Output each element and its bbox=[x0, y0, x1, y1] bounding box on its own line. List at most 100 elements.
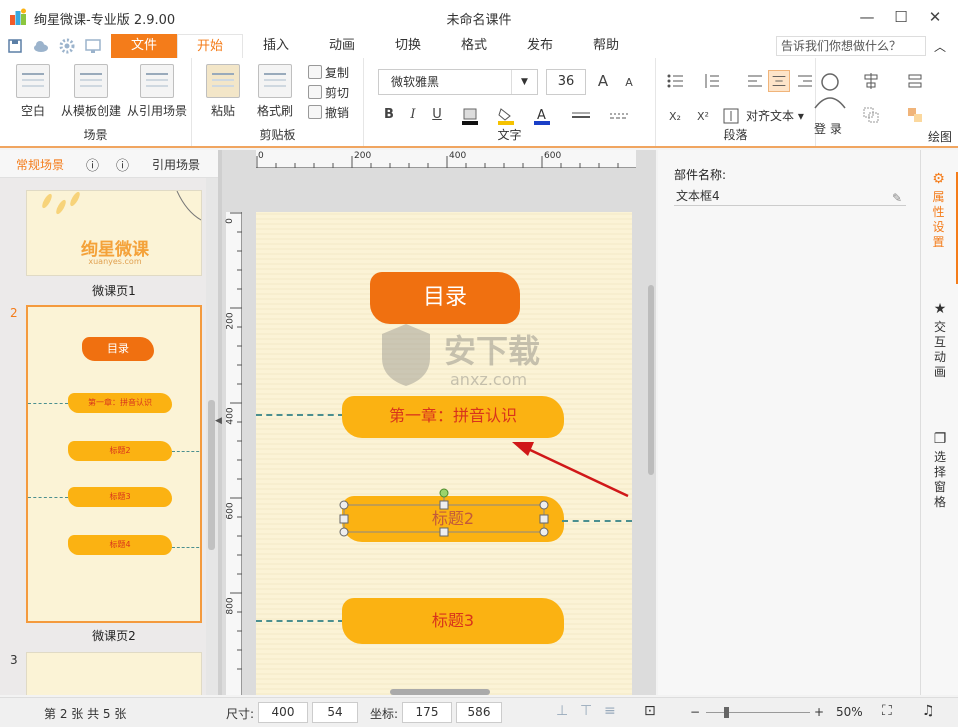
font-size-input[interactable]: 36 bbox=[546, 69, 586, 95]
height-field[interactable]: 54 bbox=[312, 702, 358, 723]
fit-screen-icon[interactable]: ⛶ bbox=[882, 703, 892, 719]
tab-help[interactable]: 帮助 bbox=[573, 34, 639, 58]
slide-thumbnail-2[interactable]: 目录 第一章：拼音认识 标题2 标题3 标题4 bbox=[26, 305, 202, 623]
y-field[interactable]: 586 bbox=[456, 702, 502, 723]
tab-properties[interactable]: ⚙ 属性设置 bbox=[921, 172, 958, 284]
align-top-icon[interactable]: ⊤ bbox=[580, 703, 592, 719]
slide-thumbnail-3[interactable] bbox=[26, 652, 202, 695]
help-search-input[interactable]: 告诉我们你想做什么？ bbox=[776, 36, 926, 56]
heading-3-textbox[interactable]: 标题3 bbox=[342, 598, 564, 644]
component-name-field[interactable]: 文本框4 ✎ bbox=[674, 186, 906, 206]
line-spacing-icon[interactable] bbox=[702, 72, 720, 90]
highlight-color-icon[interactable] bbox=[460, 106, 480, 126]
text-group-label: 文字 bbox=[497, 128, 522, 142]
close-button[interactable]: ✕ bbox=[918, 0, 952, 34]
distribute-icon[interactable] bbox=[906, 72, 924, 90]
width-field[interactable]: 400 bbox=[258, 702, 308, 723]
bullet-list-icon[interactable] bbox=[666, 72, 684, 90]
tab-file[interactable]: 文件 bbox=[111, 34, 177, 58]
line-style-icon[interactable] bbox=[570, 106, 594, 126]
tab-publish[interactable]: 发布 bbox=[507, 34, 573, 58]
fill-color-icon[interactable] bbox=[496, 106, 516, 126]
tab-format[interactable]: 格式 bbox=[441, 34, 507, 58]
undo-button[interactable]: 撤销 bbox=[308, 104, 349, 122]
cloud-icon[interactable] bbox=[32, 37, 50, 55]
document-title: 未命名课件 bbox=[446, 13, 512, 28]
settings-icon[interactable] bbox=[58, 37, 76, 55]
tab-normal-scene[interactable]: 常规场景 bbox=[16, 156, 64, 173]
superscript-button[interactable]: X² bbox=[694, 108, 712, 126]
maximize-button[interactable]: ☐ bbox=[884, 0, 918, 34]
presentation-icon[interactable]: ⊡ bbox=[644, 703, 656, 719]
collapse-panel-icon[interactable]: ◀ bbox=[215, 416, 222, 426]
zoom-slider-track[interactable] bbox=[706, 712, 810, 713]
bold-button[interactable]: B bbox=[380, 106, 398, 124]
tab-interaction-animation[interactable]: ★ 交互动画 bbox=[921, 302, 958, 380]
size-label: 尺寸: bbox=[226, 707, 255, 721]
collapse-ribbon-icon[interactable]: ︿ bbox=[934, 38, 946, 55]
x-field[interactable]: 175 bbox=[402, 702, 452, 723]
paste-button[interactable]: 粘贴 bbox=[202, 64, 244, 119]
scene-panel: 常规场景 ⓘ ⓘ 引用场景 绚星微课 xuanyes.com 微课页1 2 目录… bbox=[0, 150, 218, 695]
grow-font-button[interactable]: A bbox=[594, 72, 612, 90]
template-icon bbox=[74, 64, 108, 98]
clipboard-group-label: 剪贴板 bbox=[259, 128, 296, 142]
align-objects-icon[interactable] bbox=[862, 72, 880, 90]
zoom-slider-thumb[interactable] bbox=[724, 707, 729, 718]
scene-panel-scrollbar[interactable] bbox=[206, 178, 218, 695]
shrink-font-button[interactable]: A bbox=[620, 74, 638, 92]
canvas-vertical-scrollbar[interactable] bbox=[646, 150, 656, 695]
watermark-shield-icon bbox=[382, 324, 430, 386]
italic-button[interactable]: I bbox=[404, 106, 422, 124]
align-left-icon[interactable] bbox=[746, 72, 764, 90]
group-icon[interactable] bbox=[862, 106, 880, 124]
font-family-select[interactable]: 微软雅黑 ▼ bbox=[378, 69, 538, 95]
save-icon[interactable] bbox=[6, 37, 24, 55]
move-up-icon[interactable]: ⓘ bbox=[86, 155, 99, 174]
align-text-button[interactable]: 对齐文本 ▾ bbox=[746, 107, 804, 125]
ref-scene-button[interactable]: 从引用场景 bbox=[124, 64, 190, 119]
tab-transition[interactable]: 切换 bbox=[375, 34, 441, 58]
template-scene-button[interactable]: 从模板创建 bbox=[58, 64, 124, 119]
format-painter-button[interactable]: 格式刷 bbox=[250, 64, 300, 119]
edit-pencil-icon[interactable]: ✎ bbox=[892, 188, 902, 208]
zoom-out-icon[interactable]: − bbox=[690, 705, 700, 719]
copy-button[interactable]: 复制 bbox=[308, 64, 349, 82]
canvas-horizontal-scrollbar[interactable] bbox=[390, 689, 490, 695]
layer-order-icon[interactable]: ≡ bbox=[604, 703, 616, 719]
paragraph-group-label: 段落 bbox=[723, 128, 748, 142]
ungroup-icon[interactable] bbox=[906, 106, 924, 124]
align-center-icon[interactable] bbox=[768, 70, 790, 92]
paste-icon bbox=[206, 64, 240, 98]
slide-thumbnail-1[interactable]: 绚星微课 xuanyes.com bbox=[26, 190, 202, 276]
tab-selection-pane[interactable]: ❐ 选择窗格 bbox=[921, 432, 958, 510]
user-avatar-icon[interactable] bbox=[812, 72, 848, 120]
slide-2-connector bbox=[172, 451, 200, 452]
preview-icon[interactable] bbox=[84, 37, 102, 55]
ref-scene-icon bbox=[140, 64, 174, 98]
subscript-button[interactable]: X₂ bbox=[666, 108, 684, 126]
ruler-label: 800 bbox=[225, 597, 236, 615]
scrollbar-thumb[interactable] bbox=[208, 400, 215, 550]
title-textbox[interactable]: 目录 bbox=[370, 272, 520, 324]
blank-scene-button[interactable]: 空白 bbox=[12, 64, 54, 119]
underline-button[interactable]: U bbox=[428, 106, 446, 124]
cut-button[interactable]: 剪切 bbox=[308, 84, 349, 102]
selection-box[interactable] bbox=[338, 488, 550, 540]
move-down-icon[interactable]: ⓘ bbox=[116, 155, 129, 174]
copy-icon bbox=[308, 65, 322, 79]
scrollbar-thumb[interactable] bbox=[648, 285, 654, 475]
align-bottom-icon[interactable]: ⊥ bbox=[556, 703, 568, 719]
minimize-button[interactable]: — bbox=[850, 0, 884, 34]
tab-start[interactable]: 开始 bbox=[177, 34, 243, 58]
watermark-subtext: anxz.com bbox=[450, 370, 528, 389]
slide-canvas[interactable]: 目录 安下载 anxz.com 第一章：拼音认识 标题2 标题3 bbox=[256, 212, 632, 695]
tab-ref-scene[interactable]: 引用场景 bbox=[152, 156, 200, 173]
tab-insert[interactable]: 插入 bbox=[243, 34, 309, 58]
notification-bell-icon[interactable]: ♫ bbox=[922, 703, 935, 719]
dash-style-icon[interactable] bbox=[608, 106, 632, 126]
login-button[interactable]: 登 录 bbox=[814, 120, 842, 138]
zoom-in-icon[interactable]: + bbox=[814, 705, 824, 719]
font-color-icon[interactable]: A bbox=[532, 106, 552, 126]
tab-animation[interactable]: 动画 bbox=[309, 34, 375, 58]
